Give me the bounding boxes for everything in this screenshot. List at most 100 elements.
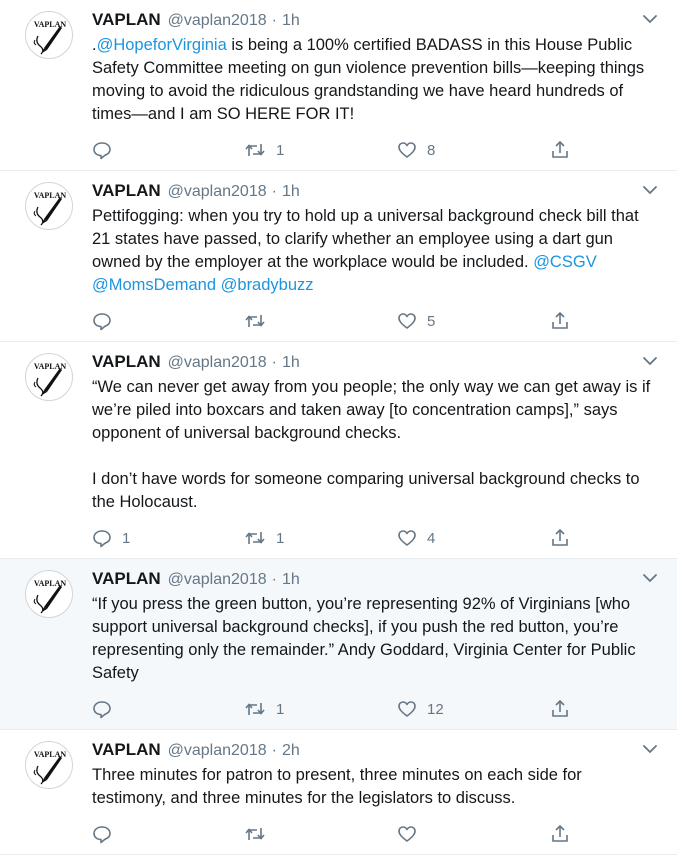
vaplan-logo: VAPLAN: [33, 362, 66, 397]
share-icon: [552, 140, 568, 158]
mention-link[interactable]: @HopeforVirginia: [97, 36, 227, 54]
reply-button[interactable]: 1: [92, 528, 130, 548]
retweet-button[interactable]: 1: [244, 699, 284, 719]
tweet[interactable]: VAPLAN VAPLAN @vaplan2018 · 1h .@Hopefor…: [0, 0, 677, 171]
tweet-header: VAPLAN @vaplan2018 · 1h: [92, 569, 661, 591]
like-count: 4: [427, 529, 436, 547]
mention-link[interactable]: @CSGV: [533, 253, 597, 271]
tweet-text-segment: “We can never get away from you people; …: [92, 378, 651, 511]
tweet-text: .@HopeforVirginia is being a 100% certif…: [92, 34, 661, 126]
reply-button[interactable]: [92, 824, 122, 844]
tweet[interactable]: VAPLAN VAPLAN @vaplan2018 · 1h “If you p…: [0, 559, 677, 730]
heart-icon: [398, 826, 416, 842]
timestamp[interactable]: 2h: [282, 742, 300, 760]
share-button[interactable]: [550, 699, 570, 719]
share-button[interactable]: [550, 528, 570, 548]
separator-dot: ·: [271, 571, 277, 588]
tweet[interactable]: VAPLAN VAPLAN @vaplan2018 · 1h Pettifogg…: [0, 171, 677, 342]
mention-link[interactable]: @bradybuzz: [221, 276, 314, 294]
display-name[interactable]: VAPLAN: [92, 352, 161, 372]
retweet-button[interactable]: [244, 311, 276, 331]
retweet-button[interactable]: [244, 824, 276, 844]
avatar[interactable]: VAPLAN: [25, 741, 73, 789]
tweet-text-segment: Three minutes for patron to present, thr…: [92, 766, 587, 807]
retweet-button[interactable]: 1: [244, 528, 284, 548]
like-button[interactable]: [397, 824, 427, 844]
separator-dot: ·: [271, 354, 277, 371]
tweet-header: VAPLAN @vaplan2018 · 1h: [92, 10, 661, 32]
user-handle[interactable]: @vaplan2018: [168, 12, 267, 30]
tweet-header: VAPLAN @vaplan2018 · 1h: [92, 181, 661, 203]
reply-count: 1: [122, 529, 131, 547]
share-button[interactable]: [550, 824, 570, 844]
share-button[interactable]: [550, 311, 570, 331]
timestamp[interactable]: 1h: [282, 571, 300, 589]
vaplan-logo: VAPLAN: [33, 750, 66, 785]
user-handle[interactable]: @vaplan2018: [168, 183, 267, 201]
user-handle[interactable]: @vaplan2018: [168, 742, 267, 760]
chevron-down-icon[interactable]: [641, 742, 659, 756]
avatar[interactable]: VAPLAN: [25, 11, 73, 59]
reply-button[interactable]: [92, 140, 122, 160]
retweet-icon: [245, 315, 265, 327]
vaplan-logo: VAPLAN: [33, 20, 66, 55]
tweet[interactable]: VAPLAN VAPLAN @vaplan2018 · 2h Three min…: [0, 730, 677, 855]
share-icon: [552, 311, 568, 329]
share-icon: [552, 528, 568, 546]
like-button[interactable]: 5: [397, 311, 435, 331]
avatar[interactable]: VAPLAN: [25, 353, 73, 401]
tweet-text: “We can never get away from you people; …: [92, 376, 661, 514]
separator-dot: ·: [271, 12, 277, 29]
chevron-down-icon[interactable]: [641, 12, 659, 26]
retweet-count: 1: [276, 141, 285, 159]
share-icon: [552, 699, 568, 717]
tweet-header: VAPLAN @vaplan2018 · 2h: [92, 740, 661, 762]
display-name[interactable]: VAPLAN: [92, 740, 161, 760]
tweet-text-segment: [597, 253, 602, 271]
avatar[interactable]: VAPLAN: [25, 570, 73, 618]
reply-icon: [93, 826, 111, 844]
chevron-down-icon[interactable]: [641, 354, 659, 368]
retweet-button[interactable]: 1: [244, 140, 284, 160]
chevron-down-icon[interactable]: [641, 183, 659, 197]
timestamp[interactable]: 1h: [282, 354, 300, 372]
retweet-icon: [245, 828, 265, 840]
retweet-count: 1: [276, 529, 285, 547]
heart-icon: [398, 530, 416, 546]
tweet-actions: [92, 814, 661, 854]
reply-icon: [93, 530, 111, 548]
user-handle[interactable]: @vaplan2018: [168, 571, 267, 589]
separator-dot: ·: [271, 183, 277, 200]
user-handle[interactable]: @vaplan2018: [168, 354, 267, 372]
tweet-actions: 1 1 4: [92, 518, 661, 558]
tweet-text-segment: “If you press the green button, you’re r…: [92, 595, 641, 682]
tweet-header: VAPLAN @vaplan2018 · 1h: [92, 352, 661, 374]
tweet[interactable]: VAPLAN VAPLAN @vaplan2018 · 1h “We can n…: [0, 342, 677, 559]
tweet-text: Three minutes for patron to present, thr…: [92, 764, 661, 810]
chevron-down-icon[interactable]: [641, 571, 659, 585]
retweet-count: 1: [276, 700, 285, 718]
display-name[interactable]: VAPLAN: [92, 181, 161, 201]
heart-icon: [398, 142, 416, 158]
tweet-text: Pettifogging: when you try to hold up a …: [92, 205, 661, 297]
heart-icon: [398, 701, 416, 717]
retweet-icon: [245, 703, 265, 715]
display-name[interactable]: VAPLAN: [92, 569, 161, 589]
reply-icon: [93, 313, 111, 331]
avatar[interactable]: VAPLAN: [25, 182, 73, 230]
reply-button[interactable]: [92, 699, 122, 719]
mention-link[interactable]: @MomsDemand: [92, 276, 216, 294]
timestamp[interactable]: 1h: [282, 12, 300, 30]
vaplan-logo: VAPLAN: [33, 579, 66, 614]
reply-button[interactable]: [92, 311, 122, 331]
timestamp[interactable]: 1h: [282, 183, 300, 201]
retweet-icon: [245, 144, 265, 156]
like-button[interactable]: 8: [397, 140, 435, 160]
display-name[interactable]: VAPLAN: [92, 10, 161, 30]
share-button[interactable]: [550, 140, 570, 160]
like-button[interactable]: 4: [397, 528, 435, 548]
like-button[interactable]: 12: [397, 699, 444, 719]
tweet-actions: 1 12: [92, 689, 661, 729]
separator-dot: ·: [271, 742, 277, 759]
tweet-feed: VAPLAN VAPLAN @vaplan2018 · 1h .@Hopefor…: [0, 0, 677, 855]
